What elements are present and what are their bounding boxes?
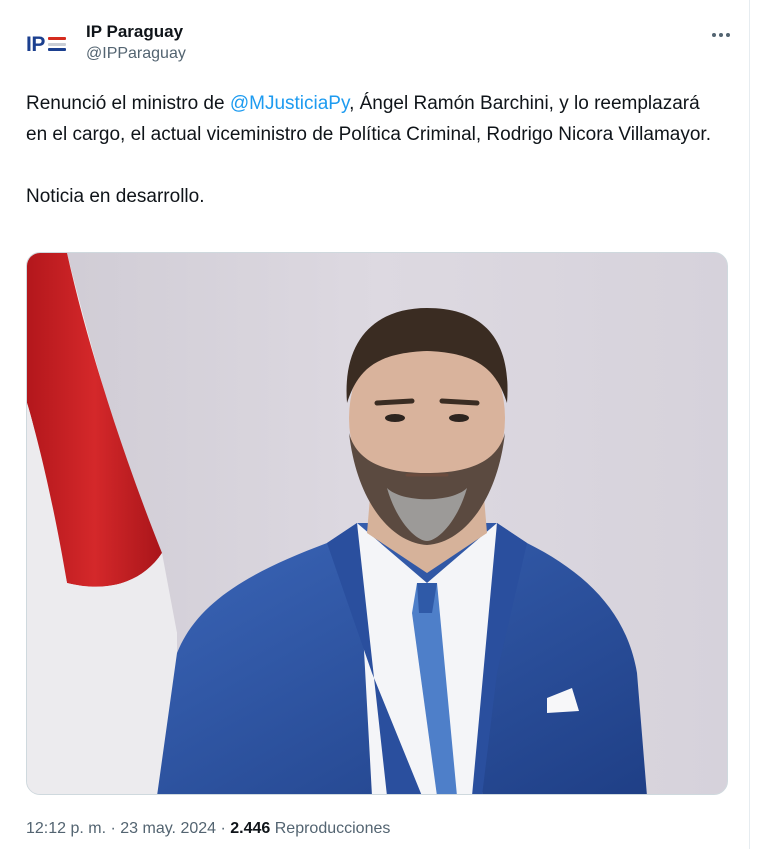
tweet-paragraph-2: Noticia en desarrollo.	[26, 186, 205, 207]
tweet-text: Renunció el ministro de @MJusticiaPy, Án…	[26, 88, 726, 212]
tweet-text-part: Renunció el ministro de	[26, 93, 230, 114]
mention-link[interactable]: @MJusticiaPy	[230, 93, 349, 114]
display-name[interactable]: IP Paraguay	[86, 21, 186, 43]
meta-separator: ·	[216, 820, 231, 837]
tweet-date[interactable]: 23 may. 2024	[120, 820, 216, 837]
tweet-photo[interactable]	[26, 252, 728, 795]
avatar[interactable]: IP	[26, 24, 80, 64]
avatar-logo-text: IP	[26, 32, 45, 56]
tweet-meta: 12:12 p. m. · 23 may. 2024 · 2.446 Repro…	[26, 818, 390, 840]
more-horizontal-icon[interactable]	[706, 24, 736, 46]
author-names: IP Paraguay @IPParaguay	[86, 21, 186, 65]
user-handle[interactable]: @IPParaguay	[86, 43, 186, 65]
meta-separator: ·	[106, 820, 121, 837]
flag-icon	[47, 37, 66, 51]
tweet-time[interactable]: 12:12 p. m.	[26, 820, 106, 837]
views-count: 2.446	[230, 820, 271, 837]
views-label: Reproducciones	[270, 820, 391, 837]
portrait-photo	[27, 253, 727, 794]
tweet-card: IP IP Paraguay @IPParaguay Renunció el m…	[0, 0, 750, 849]
tweet-header: IP IP Paraguay @IPParaguay	[26, 18, 736, 74]
tweet-paragraph-1: Renunció el ministro de @MJusticiaPy, Án…	[26, 88, 726, 150]
